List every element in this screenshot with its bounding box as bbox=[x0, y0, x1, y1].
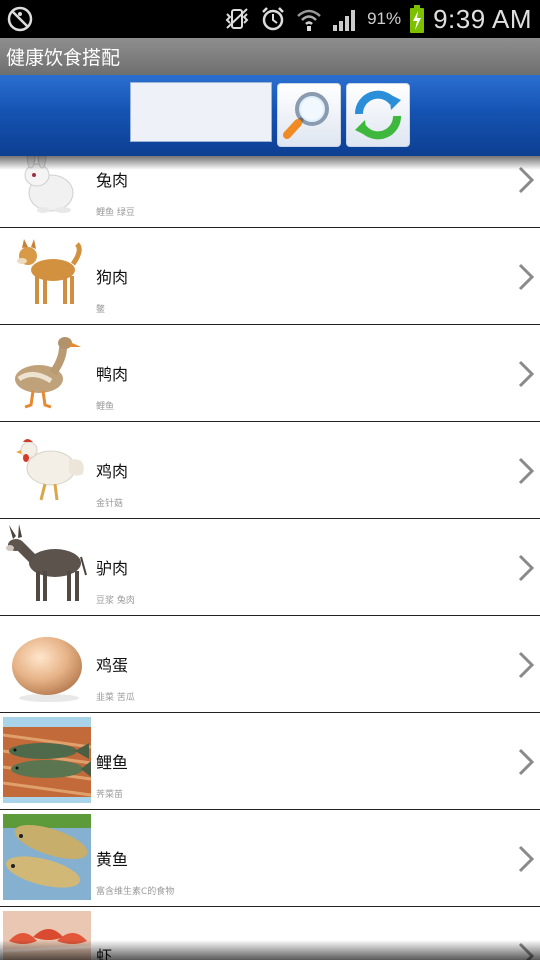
clock: 9:39 AM bbox=[433, 3, 532, 34]
food-pairing: 豆浆 兔肉 bbox=[96, 596, 135, 606]
wifi-icon bbox=[297, 9, 321, 31]
rabbit-photo bbox=[3, 156, 91, 221]
mute-vibrate-icon bbox=[225, 8, 249, 29]
chevron-right-icon bbox=[518, 942, 535, 960]
food-pairing: 荠菜苗 bbox=[96, 790, 124, 800]
refresh-button[interactable] bbox=[346, 83, 410, 147]
search-button[interactable] bbox=[277, 83, 341, 147]
list-item[interactable]: 狗肉 鳖 bbox=[0, 228, 540, 325]
food-pairing: 富含维生素C的食物 bbox=[96, 887, 175, 897]
food-name: 黄鱼 bbox=[96, 850, 129, 869]
carp-photo bbox=[3, 717, 91, 803]
chevron-right-icon bbox=[518, 845, 535, 873]
list-item[interactable]: 鲤鱼 荠菜苗 bbox=[0, 713, 540, 810]
chevron-right-icon bbox=[518, 651, 535, 679]
food-list: 兔肉 鲤鱼 绿豆 狗肉 鳖 鸭肉 鲤鱼 鸡肉 金针菇 驴肉 豆浆 兔肉 鸡蛋 韭… bbox=[0, 156, 540, 960]
search-input[interactable] bbox=[130, 82, 272, 142]
food-name: 鸭肉 bbox=[96, 365, 129, 384]
food-name: 鲤鱼 bbox=[96, 753, 129, 772]
alarm-icon bbox=[262, 7, 284, 31]
battery-percent: 91% bbox=[367, 9, 402, 28]
duck-photo bbox=[3, 329, 91, 415]
food-name: 兔肉 bbox=[96, 171, 129, 190]
food-pairing: 金针菇 bbox=[96, 499, 124, 509]
food-name: 驴肉 bbox=[96, 559, 129, 578]
app-title: 健康饮食搭配 bbox=[6, 47, 121, 69]
search-toolbar bbox=[0, 75, 540, 156]
chevron-right-icon bbox=[518, 360, 535, 388]
list-item[interactable]: 虾 bbox=[0, 907, 540, 960]
list-item[interactable]: 鸭肉 鲤鱼 bbox=[0, 325, 540, 422]
list-item[interactable]: 黄鱼 富含维生素C的食物 bbox=[0, 810, 540, 907]
chicken-photo bbox=[3, 426, 91, 512]
food-pairing: 鲤鱼 bbox=[96, 402, 115, 412]
food-name: 鸡蛋 bbox=[96, 656, 129, 675]
chevron-right-icon bbox=[518, 554, 535, 582]
food-pairing: 鲤鱼 绿豆 bbox=[96, 208, 135, 218]
food-name: 鸡肉 bbox=[96, 462, 129, 481]
refresh-icon bbox=[354, 90, 402, 140]
signal-icon bbox=[333, 10, 356, 31]
dog-photo bbox=[3, 232, 91, 318]
list-item[interactable]: 鸡肉 金针菇 bbox=[0, 422, 540, 519]
accessibility-icon bbox=[7, 6, 33, 32]
shrimp-photo bbox=[3, 911, 91, 960]
battery-charging-icon bbox=[410, 5, 425, 33]
chevron-right-icon bbox=[518, 457, 535, 485]
app-title-bar: 健康饮食搭配 bbox=[0, 38, 540, 76]
food-name: 狗肉 bbox=[96, 268, 129, 287]
food-pairing: 鳖 bbox=[96, 305, 106, 315]
status-bar: 91% 9:39 AM bbox=[0, 0, 540, 38]
chevron-right-icon bbox=[518, 263, 535, 291]
food-pairing: 韭菜 苦瓜 bbox=[96, 693, 135, 703]
magnifier-icon bbox=[283, 92, 329, 139]
list-item[interactable]: 驴肉 豆浆 兔肉 bbox=[0, 519, 540, 616]
yellow-croaker-photo bbox=[3, 814, 91, 900]
list-item[interactable]: 鸡蛋 韭菜 苦瓜 bbox=[0, 616, 540, 713]
chevron-right-icon bbox=[518, 748, 535, 776]
chevron-right-icon bbox=[518, 166, 535, 194]
egg-photo bbox=[3, 620, 91, 706]
food-name: 虾 bbox=[96, 947, 113, 960]
donkey-photo bbox=[3, 523, 91, 609]
list-item[interactable]: 兔肉 鲤鱼 绿豆 bbox=[0, 156, 540, 228]
